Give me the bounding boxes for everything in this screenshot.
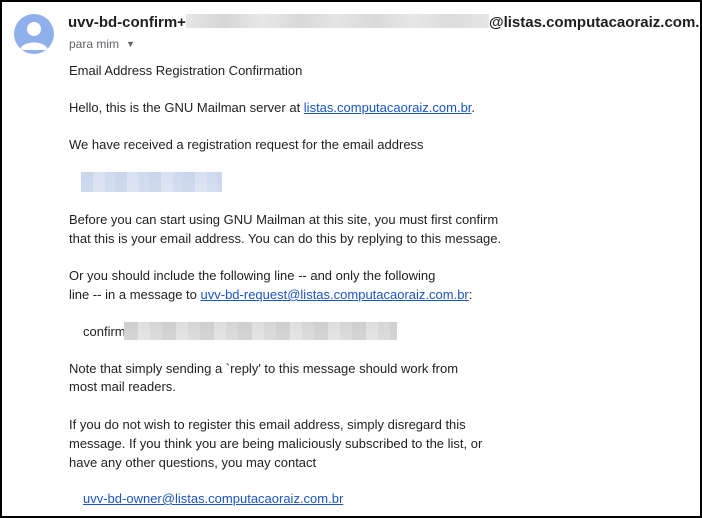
owner-line: uvv-bd-owner@listas.computacaoraiz.com.b… bbox=[83, 489, 343, 508]
or-line-2: line -- in a message to uvv-bd-request@l… bbox=[69, 285, 472, 304]
note-line-2: most mail readers. bbox=[69, 379, 176, 394]
redacted-email-address bbox=[81, 172, 222, 192]
email-view: uvv-bd-confirm+ @listas.computacaoraiz.co… bbox=[0, 0, 702, 518]
recipient-details-toggle[interactable]: para mim ▼ bbox=[69, 37, 135, 51]
redacted-confirm-token bbox=[124, 322, 397, 340]
or-line-2-prefix: line -- in a message to bbox=[69, 287, 201, 302]
confirm-word: confirm bbox=[83, 324, 126, 339]
sender-prefix: uvv-bd-confirm+ bbox=[68, 14, 186, 31]
or-line-1: Or you should include the following line… bbox=[69, 268, 436, 283]
owner-email-link[interactable]: uvv-bd-owner@listas.computacaoraiz.com.b… bbox=[83, 491, 343, 506]
note-line-1: Note that simply sending a `reply' to th… bbox=[69, 361, 459, 376]
ifnot-line-1: If you do not wish to register this emai… bbox=[69, 417, 466, 432]
chevron-down-icon[interactable]: ▼ bbox=[126, 39, 135, 49]
redacted-sender-part bbox=[185, 14, 489, 28]
ifnot-line-2: message. If you think you are being mali… bbox=[69, 436, 483, 451]
email-title: Email Address Registration Confirmation bbox=[69, 63, 303, 78]
received-line: We have received a registration request … bbox=[69, 137, 424, 152]
before-line-1: Before you can start using GNU Mailman a… bbox=[69, 212, 499, 227]
hello-end: . bbox=[471, 100, 476, 115]
hello-line: Hello, this is the GNU Mailman server at… bbox=[69, 98, 475, 117]
ifnot-line-3: have any other questions, you may contac… bbox=[69, 455, 317, 470]
server-link[interactable]: listas.computacaoraiz.com.br bbox=[304, 100, 472, 115]
hello-text: Hello, this is the GNU Mailman server at bbox=[69, 100, 304, 115]
sender-address[interactable]: uvv-bd-confirm+ @listas.computacaoraiz.co… bbox=[68, 14, 702, 31]
request-email-link[interactable]: uvv-bd-request@listas.computacaoraiz.com… bbox=[201, 287, 469, 302]
or-line-2-suffix: : bbox=[468, 287, 473, 302]
sender-suffix: @listas.computacaoraiz.com.br bbox=[488, 14, 702, 31]
before-line-2: that this is your email address. You can… bbox=[69, 231, 502, 246]
person-avatar-icon[interactable] bbox=[14, 14, 54, 54]
recipient-label: para mim bbox=[69, 37, 120, 51]
